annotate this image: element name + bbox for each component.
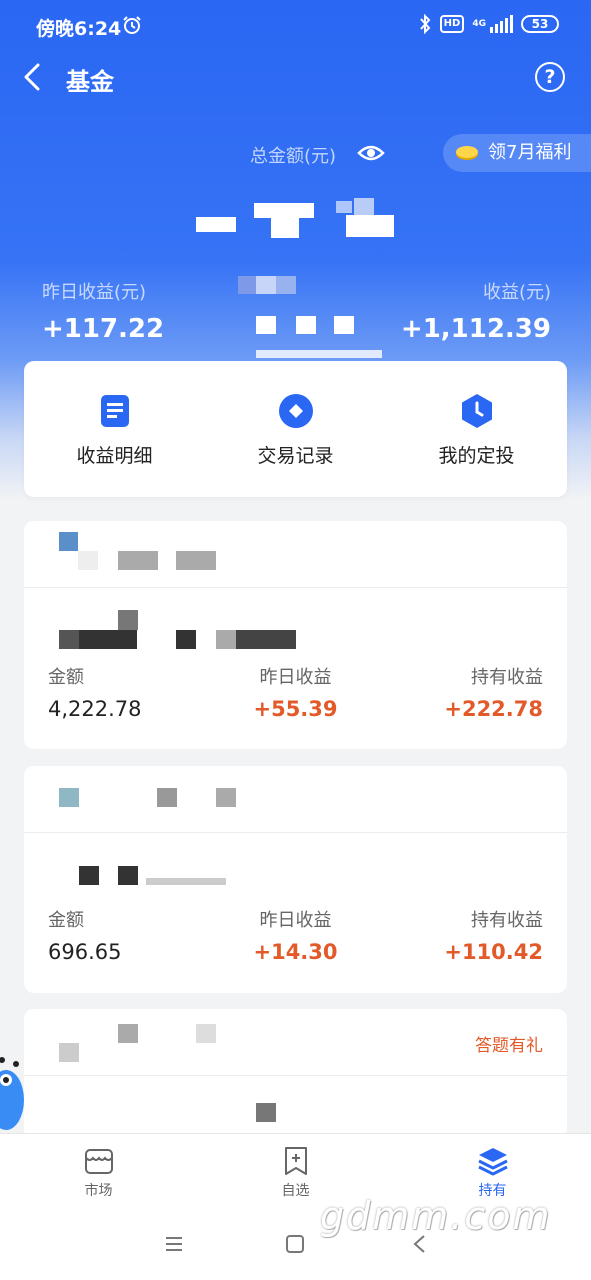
transaction-records-button[interactable]: 交易记录 — [205, 361, 386, 497]
holding-earnings-value: +1,112.39 — [400, 314, 551, 344]
holding-earnings-value: +222.78 — [444, 697, 543, 721]
holding-earnings-label: 持有收益 — [471, 667, 543, 688]
home-square-icon[interactable] — [284, 1233, 306, 1255]
status-bar: 傍晚6:24 HD 4G 53 — [0, 0, 591, 52]
document-icon — [100, 395, 129, 427]
menu-icon[interactable] — [163, 1233, 185, 1255]
signal-icon — [490, 15, 513, 33]
hd-badge: HD — [439, 15, 465, 33]
earnings-detail-button[interactable]: 收益明细 — [24, 361, 205, 497]
layers-icon — [477, 1148, 508, 1176]
question-circle-icon[interactable]: ? — [535, 62, 565, 92]
fund-header-masked — [24, 766, 567, 833]
tab-market[interactable]: 市场 — [0, 1134, 197, 1209]
coin-icon — [456, 146, 478, 160]
clock-hexagon-icon — [461, 394, 492, 428]
mascot-icon[interactable] — [0, 1050, 24, 1130]
fund-card[interactable]: 答题有礼 — [24, 1009, 567, 1139]
page-title: 基金 — [66, 68, 114, 96]
status-time: 傍晚6:24 — [36, 18, 122, 40]
fund-header-masked — [24, 521, 567, 588]
battery-icon: 53 — [521, 15, 559, 33]
my-auto-invest-label: 我的定投 — [438, 445, 515, 467]
total-amount-label: 总金额(元) — [250, 146, 337, 167]
diamond-circle-icon — [278, 394, 313, 428]
eye-icon[interactable] — [357, 142, 385, 164]
holding-earnings: 收益(元) +1,112.39 — [401, 278, 551, 344]
earnings-detail-label: 收益明细 — [76, 445, 153, 467]
bookmark-plus-icon — [284, 1147, 307, 1175]
july-welfare-button[interactable]: 领7月福利 — [443, 134, 591, 172]
bluetooth-icon — [419, 14, 431, 34]
network-type: 4G — [472, 19, 486, 29]
masked-total-amount — [196, 195, 396, 240]
nav-bar: 基金 ? — [0, 52, 591, 104]
quiz-reward-link[interactable]: 答题有礼 — [475, 1031, 543, 1056]
back-arrow-icon[interactable] — [20, 62, 46, 92]
yesterday-earnings: 昨日收益(元) +117.22 — [42, 278, 164, 344]
yesterday-earnings-label: 昨日收益(元) — [42, 282, 147, 303]
holding-earnings-label: 持有收益 — [471, 910, 543, 931]
tab-market-label: 市场 — [84, 1183, 113, 1199]
transaction-records-label: 交易记录 — [257, 445, 334, 467]
quick-actions-card: 收益明细 交易记录 我的定投 — [24, 361, 567, 497]
watermark: gdmm.com — [320, 1194, 552, 1238]
fund-card[interactable]: 金额 4,222.78 昨日收益 +55.39 持有收益 +222.78 — [24, 521, 567, 749]
masked-center-stat — [210, 270, 390, 360]
fund-holding-earnings: 持有收益 +222.78 — [444, 663, 543, 721]
yesterday-earnings-value: +117.22 — [42, 314, 165, 344]
fund-holding-earnings: 持有收益 +110.42 — [444, 906, 543, 964]
welfare-label: 领7月福利 — [488, 142, 572, 163]
fund-card[interactable]: 金额 696.65 昨日收益 +14.30 持有收益 +110.42 — [24, 766, 567, 993]
alarm-icon — [123, 16, 141, 34]
holding-earnings-value: +110.42 — [444, 940, 543, 964]
holding-earnings-label: 收益(元) — [482, 282, 551, 303]
my-auto-invest-button[interactable]: 我的定投 — [386, 361, 567, 497]
store-icon — [84, 1149, 113, 1174]
